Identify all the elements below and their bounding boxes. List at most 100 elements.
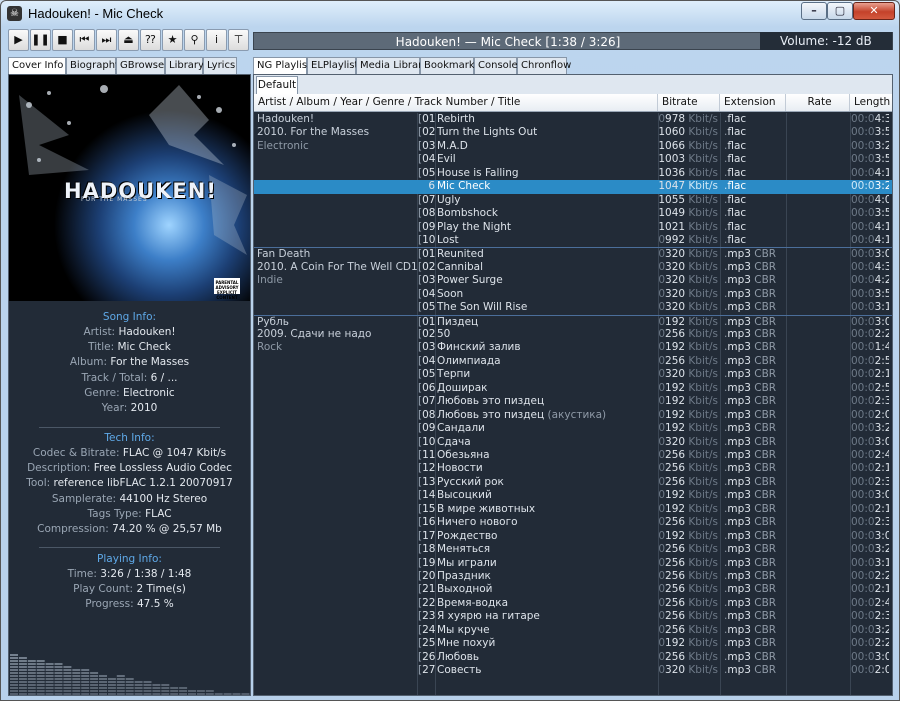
tab-bookmarks[interactable]: Bookmarks <box>420 57 480 74</box>
col-bitrate-header[interactable]: Bitrate <box>658 94 720 111</box>
tab-chronflow[interactable]: Chronflow <box>517 57 571 74</box>
tab-elplaylist[interactable]: ELPlaylist <box>307 57 358 74</box>
playlist-row[interactable]: [05]Терпи 0320 Kbit/s .mp3 CBR 00:02:12 <box>254 368 892 381</box>
spectrum-bar <box>125 678 134 680</box>
random-button[interactable]: ⁇ <box>140 29 161 51</box>
track-title: Cannibal <box>437 261 652 274</box>
playlist-row[interactable]: [07]Ugly 1055 Kbit/s .flac 00:04:05 <box>254 194 892 207</box>
maximize-button[interactable]: ▢ <box>827 2 853 20</box>
bitrate-value: 256 <box>665 556 686 569</box>
playlist-row[interactable]: [08]Любовь это пиздец (акустика) 0192 Kbi… <box>254 409 892 422</box>
spectrum-bar <box>152 687 161 689</box>
playlist-row[interactable]: 2010. For the Masses [02]Turn the Lights … <box>254 126 892 139</box>
playlist-row[interactable]: [11]Обезьяна 0256 Kbit/s .mp3 CBR 00:02:44 <box>254 449 892 462</box>
tab-library[interactable]: Library <box>165 57 204 74</box>
playlist-row[interactable]: [19]Мы играли 0256 Kbit/s .mp3 CBR 00:03:19 <box>254 557 892 570</box>
length-pad: 00:0 <box>851 556 875 569</box>
col-length-header[interactable]: Length <box>850 94 892 111</box>
playlist-row-playing[interactable]: 6Mic Check 1047 Kbit/s .flac 00:03:26 <box>254 180 892 194</box>
playlist-row[interactable]: [04]Олимпиада 0256 Kbit/s .mp3 CBR 00:02:58 <box>254 355 892 368</box>
playlist-row[interactable]: [10]Lost 0992 Kbit/s .flac 00:04:16 <box>254 234 892 247</box>
length-pad: 00:0 <box>851 354 875 367</box>
track-number-value: 01 <box>422 248 435 261</box>
playlist-row[interactable]: [07]Любовь это пиздец 0192 Kbit/s .mp3 CBR… <box>254 395 892 408</box>
previous-button[interactable]: ⏮ <box>74 29 95 51</box>
playlist-row[interactable]: [21]Выходной 0256 Kbit/s .mp3 CBR 00:02:13 <box>254 583 892 596</box>
length-value: 4:31 <box>874 113 889 125</box>
eject-button[interactable]: ⏏ <box>118 29 139 51</box>
col-rate-header[interactable]: Rate <box>786 94 850 111</box>
length-value: 2:20 <box>874 637 889 650</box>
playlist-row[interactable]: [04]Evil 1003 Kbit/s .flac 00:03:56 <box>254 153 892 166</box>
volume-display[interactable]: Volume: -12 dB <box>760 32 892 50</box>
playlist-row[interactable]: [16]Ничего нового 0256 Kbit/s .mp3 CBR 00:0… <box>254 516 892 529</box>
minimize-button[interactable]: – <box>801 2 827 20</box>
playlist-row[interactable]: [22]Время-водка 0256 Kbit/s .mp3 CBR 00:02:… <box>254 597 892 610</box>
playlist-row[interactable]: [27]Совесть 0320 Kbit/s .mp3 CBR 00:02:07 <box>254 664 892 677</box>
playlist-row[interactable]: Rock [03]Финский залив 0192 Kbit/s .mp3 CBR… <box>254 341 892 354</box>
next-button[interactable]: ⏭ <box>96 29 117 51</box>
tab-media-library[interactable]: Media Library <box>356 57 428 74</box>
playlist-row[interactable]: [14]Высоцкий 0192 Kbit/s .mp3 CBR 00:03:03 <box>254 489 892 502</box>
playlist-row[interactable]: [04]Soon 0320 Kbit/s .mp3 CBR 00:03:53 <box>254 288 892 301</box>
extension-value: mp3 <box>727 449 751 461</box>
playlist-row[interactable]: Electronic [03]M.A.D 1066 Kbit/s .flac 00:03… <box>254 140 892 153</box>
info-button[interactable]: i <box>206 29 227 51</box>
col-extension-header[interactable]: Extension <box>720 94 786 111</box>
track-title-text: Сдача <box>437 435 471 448</box>
playlist-row[interactable]: [26]Любовь 0256 Kbit/s .mp3 CBR 00:03:06 <box>254 651 892 664</box>
spectrum-bar <box>10 666 18 668</box>
tab-gbrowser[interactable]: GBrowser <box>116 57 168 74</box>
extension-value: flac <box>727 113 747 125</box>
tab-cover-info[interactable]: Cover Info <box>8 57 66 75</box>
tab-biography[interactable]: Biography <box>66 57 121 74</box>
track-title: Ничего нового <box>437 516 652 529</box>
playlist-row[interactable]: [05]The Son Will Rise 0320 Kbit/s .mp3 CBR… <box>254 301 892 314</box>
playlist-row[interactable]: [10]Сдача 0320 Kbit/s .mp3 CBR 00:03:03 <box>254 436 892 449</box>
title-bar[interactable]: ☠ Hadouken! - Mic Check – ▢ ✕ <box>1 1 899 27</box>
playlist-row[interactable]: [13]Русский рок 0256 Kbit/s .mp3 CBR 00:02:… <box>254 476 892 489</box>
playlist-row[interactable]: [05]House is Falling 1036 Kbit/s .flac 00:0… <box>254 167 892 180</box>
playlist-row[interactable]: [23]Я хуярю на гитаре 0256 Kbit/s .mp3 CBR… <box>254 610 892 623</box>
track-bitrate: 1036 Kbit/s <box>658 167 718 180</box>
spectrum-bar <box>90 675 99 677</box>
playlist-row[interactable]: 2010. A Coin For The Well CD1[02]Canniba… <box>254 261 892 274</box>
playlist-row[interactable]: [06]Доширак 0192 Kbit/s .mp3 CBR 00:02:56 <box>254 382 892 395</box>
play-button[interactable]: ▶ <box>8 29 29 51</box>
favorite-button[interactable]: ★ <box>162 29 183 51</box>
extension-value: mp3 <box>727 408 751 421</box>
playlist-tab-default[interactable]: Default <box>256 76 298 94</box>
playlist-row[interactable]: [09]Сандали 0192 Kbit/s .mp3 CBR 00:03:21 <box>254 422 892 435</box>
playlist-row[interactable]: [25]Мне похуй 0192 Kbit/s .mp3 CBR 00:02:20 <box>254 637 892 650</box>
playlist-row[interactable]: [20]Праздник 0256 Kbit/s .mp3 CBR 00:02:21 <box>254 570 892 583</box>
section-header: Playing Info: <box>97 553 162 565</box>
playlist-row[interactable]: 2009. Сдачи не надо [02]50 0256 Kbit/s .mp3… <box>254 328 892 341</box>
col-title-header[interactable]: Artist / Album / Year / Genre / Track Nu… <box>254 94 658 111</box>
search-button[interactable]: ⚲ <box>184 29 205 51</box>
tab-lyrics[interactable]: Lyrics <box>203 57 237 74</box>
extension-cbr: CBR <box>750 502 777 515</box>
tag-button[interactable]: ⊤ <box>228 29 249 51</box>
track-title: Пиздец <box>437 316 652 329</box>
playlist-row[interactable]: Рубль [01]Пиздец 0192 Kbit/s .mp3 CBR 00:03:… <box>254 314 892 329</box>
track-bitrate: 0978 Kbit/s <box>658 113 718 126</box>
bitrate-pad: 0 <box>658 462 666 475</box>
pause-button[interactable]: ❚❚ <box>30 29 51 51</box>
track-number-value: 05 <box>422 301 435 314</box>
playlist-row[interactable]: Hadouken! [01]Rebirth 0978 Kbit/s .flac 00:0… <box>254 113 892 126</box>
playlist-row[interactable]: [09]Play the Night 1021 Kbit/s .flac 00:04:… <box>254 221 892 234</box>
bitrate-unit: Kbit/s <box>685 543 718 556</box>
playlist-row[interactable]: [12]Новости 0256 Kbit/s .mp3 CBR 00:02:11 <box>254 462 892 475</box>
stop-button[interactable]: ■ <box>52 29 73 51</box>
playlist-row[interactable]: [08]Bombshock 1049 Kbit/s .flac 00:03:55 <box>254 207 892 220</box>
playlist-row[interactable]: [15]В мире животных0192 Kbit/s.mp3 CBR00… <box>254 503 892 516</box>
bitrate-value: 192 <box>665 489 686 502</box>
playlist-row[interactable]: Fan Death [01]Reunited 0320 Kbit/s .mp3 CBR… <box>254 247 892 260</box>
tab-console[interactable]: Console <box>474 57 518 74</box>
playlist-row[interactable]: Indie [03]Power Surge 0320 Kbit/s .mp3 CBR 0… <box>254 274 892 287</box>
close-button[interactable]: ✕ <box>853 2 895 20</box>
playlist-row[interactable]: [18]Меняться 0256 Kbit/s .mp3 CBR 00:03:25 <box>254 543 892 556</box>
playlist-row[interactable]: [17]Рождество 0192 Kbit/s .mp3 CBR 00:03:03 <box>254 530 892 543</box>
tab-ng-playlist[interactable]: NG Playlist <box>253 57 311 75</box>
playlist-row[interactable]: [24]Мы круче 0256 Kbit/s .mp3 CBR 00:03:22 <box>254 624 892 637</box>
